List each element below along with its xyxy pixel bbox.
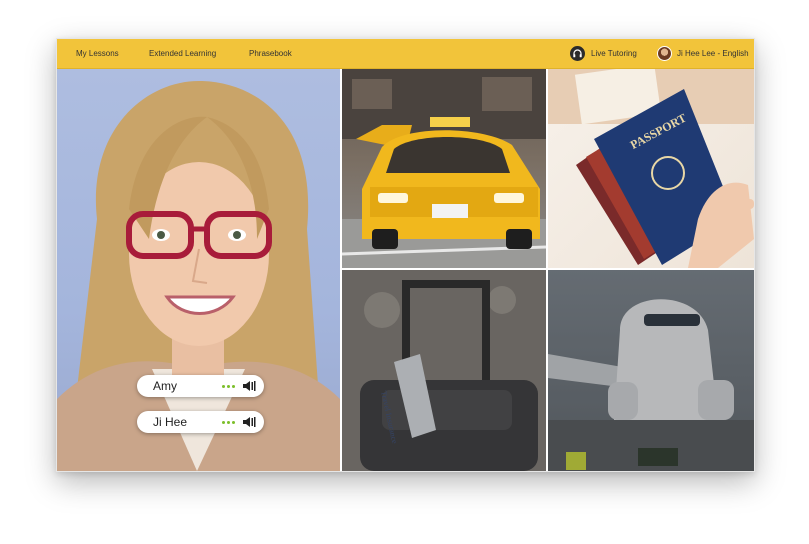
tutor-video-tile: Amy Ji Hee [57, 69, 340, 471]
avatar[interactable] [657, 46, 672, 61]
tile-overlay [548, 270, 754, 471]
nav-phrasebook[interactable]: Phrasebook [249, 39, 292, 68]
app-window: My Lessons Extended Learning Phrasebook … [56, 38, 755, 472]
nav-live-tutoring[interactable]: Live Tutoring [591, 39, 637, 68]
taxi-illustration [342, 69, 546, 268]
user-menu-label[interactable]: Ji Hee Lee - English [677, 39, 749, 68]
lesson-image-luggage[interactable]: Travel Insurance [342, 270, 546, 471]
participant-name: Amy [153, 379, 177, 393]
speaker-icon[interactable] [242, 415, 256, 429]
nav-extended-learning[interactable]: Extended Learning [149, 39, 216, 68]
participant-name: Ji Hee [153, 415, 188, 429]
passport-illustration: PASSPORT [548, 69, 754, 268]
top-navigation-bar: My Lessons Extended Learning Phrasebook … [57, 39, 754, 69]
audio-activity-indicator [222, 421, 240, 424]
audio-activity-indicator [222, 385, 240, 388]
headphones-icon[interactable] [570, 46, 585, 61]
lesson-image-airplane[interactable] [548, 270, 754, 471]
lesson-image-passport[interactable]: PASSPORT [548, 69, 754, 268]
nav-my-lessons[interactable]: My Lessons [76, 39, 119, 68]
speaker-icon[interactable] [242, 379, 256, 393]
lesson-image-taxi[interactable] [342, 69, 546, 268]
participant-pill-jihee: Ji Hee [137, 411, 264, 433]
tile-overlay [342, 270, 546, 471]
participant-pill-amy: Amy [137, 375, 264, 397]
